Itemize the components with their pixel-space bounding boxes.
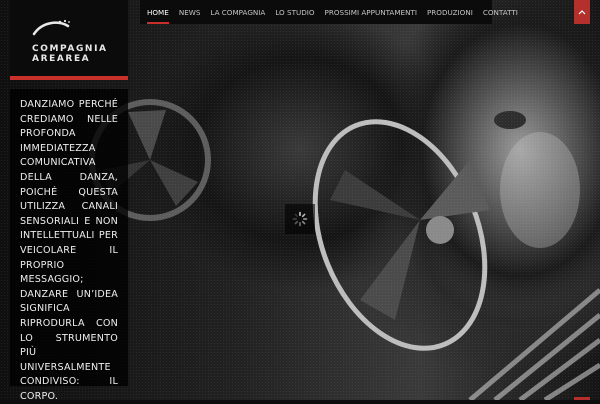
logo-text: COMPAGNIA AREAREA — [32, 44, 108, 64]
nav-contatti[interactable]: CONTATTI — [483, 0, 518, 24]
fan-ring-center — [312, 119, 488, 351]
fan-blade-left-1 — [128, 110, 166, 160]
logo-accent-bar — [10, 76, 128, 80]
manifesto-panel: DANZIAMO PERCHÉ CREDIAMO NELLE PROFONDA … — [10, 89, 128, 402]
fan-blade-left-2 — [150, 160, 198, 206]
nav-la-compagnia[interactable]: LA COMPAGNIA — [210, 0, 265, 24]
manifesto-text: DANZIAMO PERCHÉ CREDIAMO NELLE PROFONDA … — [20, 99, 118, 402]
main-nav: HOME NEWS LA COMPAGNIA LO STUDIO PROSSIM… — [140, 0, 518, 24]
nav-home[interactable]: HOME — [147, 0, 169, 24]
top-toggle-button[interactable] — [574, 0, 590, 24]
face-cheek — [500, 132, 580, 248]
fan-blade-center-1 — [420, 160, 490, 220]
logo-mark — [32, 19, 70, 36]
nav-news[interactable]: NEWS — [179, 0, 201, 24]
fan-blade-center-3 — [330, 170, 420, 220]
nav-prossimi-appuntamenti[interactable]: PROSSIMI APPUNTAMENTI — [325, 0, 417, 24]
face-eye — [494, 111, 526, 129]
nav-lo-studio[interactable]: LO STUDIO — [275, 0, 314, 24]
logo-line-1: COMPAGNIA — [32, 44, 108, 54]
fan-blade-center-2 — [360, 220, 420, 320]
striped-shirt — [468, 288, 600, 400]
logo-line-2: AREAREA — [32, 54, 91, 64]
spinner-icon — [292, 211, 308, 227]
chevron-up-icon — [578, 10, 586, 15]
loading-spinner — [285, 204, 315, 234]
nav-produzioni[interactable]: PRODUZIONI — [427, 0, 473, 24]
logo-panel[interactable]: COMPAGNIA AREAREA — [10, 0, 128, 76]
fan-hub — [426, 216, 454, 244]
